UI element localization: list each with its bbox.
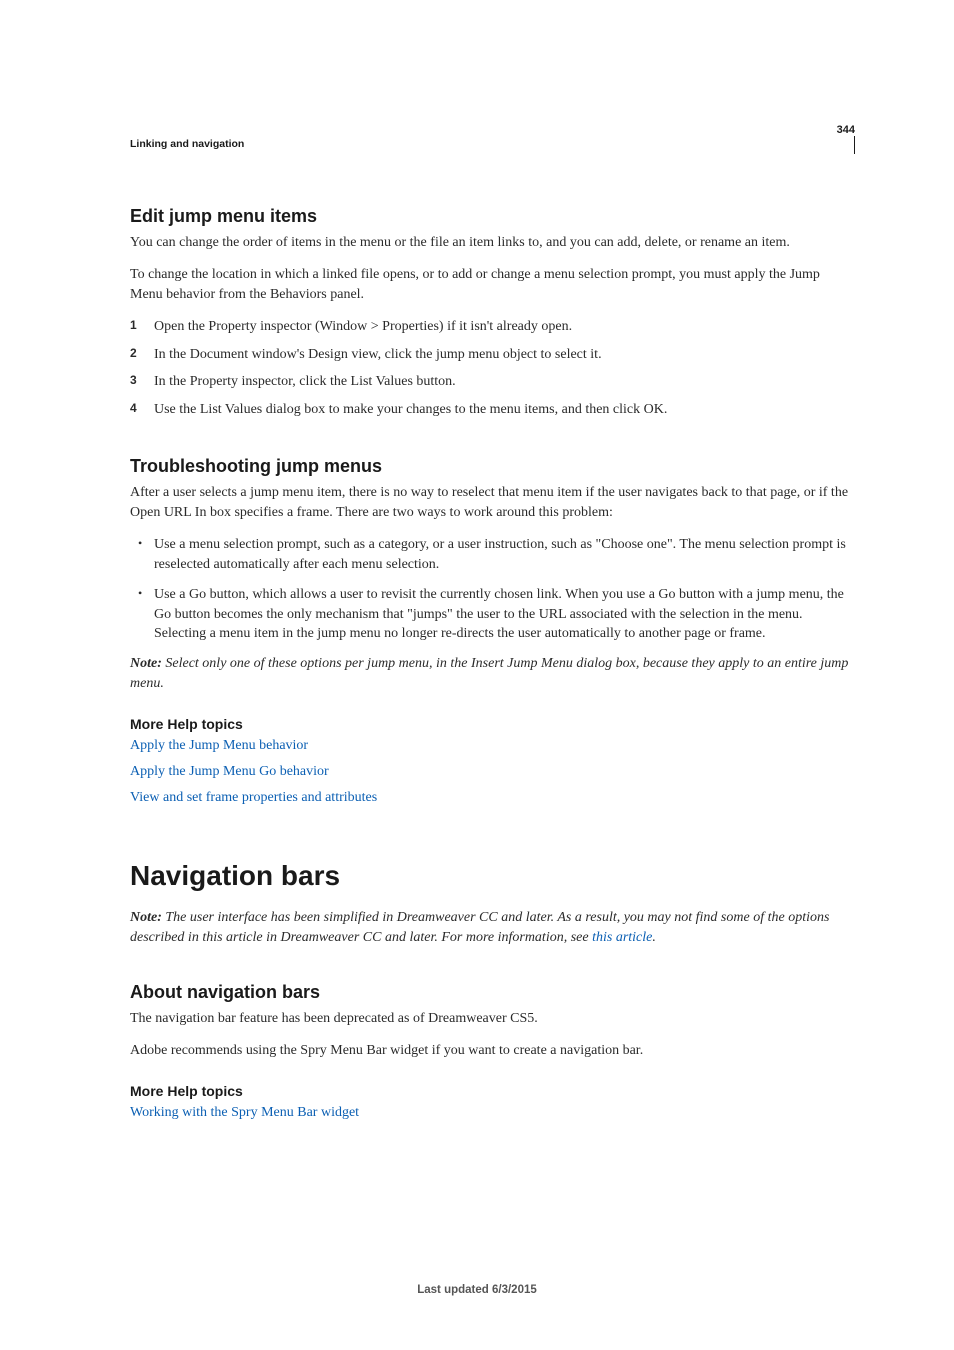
body-text: To change the location in which a linked…	[130, 265, 854, 305]
link-this-article[interactable]: this article	[592, 930, 652, 945]
body-text: Adobe recommends using the Spry Menu Bar…	[130, 1041, 854, 1061]
list-item: 1 Open the Property inspector (Window > P…	[130, 317, 854, 337]
link-apply-jump-menu-go-behavior[interactable]: Apply the Jump Menu Go behavior	[130, 764, 329, 779]
link-list: Working with the Spry Menu Bar widget	[130, 1105, 854, 1121]
note-body-before: The user interface has been simplified i…	[130, 910, 829, 945]
numbered-list: 1 Open the Property inspector (Window > P…	[130, 317, 854, 421]
step-number: 1	[130, 317, 137, 334]
more-help-topics-heading: More Help topics	[130, 1083, 854, 1099]
note-label: Note:	[130, 656, 162, 671]
step-number: 3	[130, 372, 137, 389]
document-page: 344 Linking and navigation Edit jump men…	[0, 0, 954, 1350]
footer-last-updated: Last updated 6/3/2015	[0, 1284, 954, 1296]
list-item: 2 In the Document window's Design view, c…	[130, 345, 854, 365]
list-item: 3 In the Property inspector, click the Li…	[130, 372, 854, 392]
heading-troubleshooting-jump-menus: Troubleshooting jump menus	[130, 456, 854, 477]
link-apply-jump-menu-behavior[interactable]: Apply the Jump Menu behavior	[130, 738, 308, 753]
step-text: In the Property inspector, click the Lis…	[154, 374, 456, 389]
link-spry-menu-bar-widget[interactable]: Working with the Spry Menu Bar widget	[130, 1105, 359, 1120]
step-text: Open the Property inspector (Window > Pr…	[154, 319, 572, 334]
body-text: After a user selects a jump menu item, t…	[130, 483, 854, 523]
list-item: Use a menu selection prompt, such as a c…	[130, 535, 854, 575]
body-text: The navigation bar feature has been depr…	[130, 1009, 854, 1029]
body-text: You can change the order of items in the…	[130, 233, 854, 253]
step-text: In the Document window's Design view, cl…	[154, 347, 602, 362]
note-body-after: .	[652, 930, 656, 945]
bulleted-list: Use a menu selection prompt, such as a c…	[130, 535, 854, 644]
page-number: 344	[837, 124, 855, 136]
running-head: Linking and navigation	[130, 138, 854, 150]
more-help-topics-heading: More Help topics	[130, 716, 854, 732]
heading-about-navigation-bars: About navigation bars	[130, 982, 854, 1003]
note-label: Note:	[130, 910, 162, 925]
list-item: 4 Use the List Values dialog box to make …	[130, 400, 854, 420]
heading-edit-jump-menu-items: Edit jump menu items	[130, 206, 854, 227]
link-list: Apply the Jump Menu behavior Apply the J…	[130, 738, 854, 806]
note-text: Note: The user interface has been simpli…	[130, 908, 854, 948]
header-divider	[854, 136, 855, 154]
heading-navigation-bars: Navigation bars	[130, 860, 854, 892]
list-item: Use a Go button, which allows a user to …	[130, 585, 854, 645]
step-number: 4	[130, 400, 137, 417]
note-body: Select only one of these options per jum…	[130, 656, 848, 691]
step-number: 2	[130, 345, 137, 362]
step-text: Use the List Values dialog box to make y…	[154, 402, 667, 417]
link-view-set-frame-properties[interactable]: View and set frame properties and attrib…	[130, 790, 377, 805]
note-text: Note: Select only one of these options p…	[130, 654, 854, 694]
